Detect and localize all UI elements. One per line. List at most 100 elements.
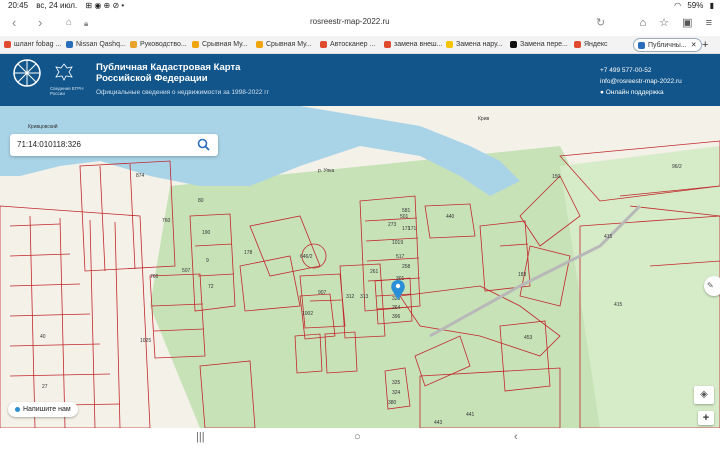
lot-label: 325 [392,380,401,386]
lot-label: 380 [388,400,397,406]
status-time: 20:45 [8,1,29,10]
zoom-in-button[interactable]: + [698,411,714,425]
site-title-line1: Публичная Кадастровая Карта [96,62,241,73]
search-icon[interactable] [197,138,210,151]
home-icon[interactable]: ⌂ [66,17,72,28]
browser-toolbar: ‹ › ⌂ 🔒︎ rosreestr-map-2022.ru ↻ ⌂ ☆ ▣ ≡ [0,12,720,34]
lot-label: 760 [150,274,159,280]
support-link[interactable]: ● Онлайн поддержка [600,87,682,98]
tab-4[interactable]: Срывная Му... [192,38,248,52]
tab-label: Срывная Му... [266,41,312,48]
tab-favicon [66,40,73,48]
lot-label: 183 [518,272,527,278]
globe-logo-icon[interactable] [12,58,42,88]
forward-icon[interactable]: › [38,15,42,30]
bookmark-icon[interactable]: ☆ [659,17,669,29]
layers-icon[interactable]: ◈ [694,386,714,404]
tab-7[interactable]: замена внеш... [384,38,442,52]
lot-label: 907 [318,290,327,296]
address-bar[interactable]: rosreestr-map-2022.ru [310,17,390,26]
tab-8[interactable]: Замена нару... [446,38,503,52]
menu-icon[interactable]: ≡ [706,17,712,29]
lot-label: 313 [360,294,369,300]
lot-label: 440 [446,214,455,220]
tab-3[interactable]: Руководство... [130,38,187,52]
lot-label: 1002 [302,311,313,317]
lot-label: 9 [206,258,209,264]
write-us-button[interactable]: Напишите нам [8,402,78,417]
tab-9[interactable]: Замена пере... [510,38,568,52]
home-page-icon[interactable]: ⌂ [639,17,646,29]
tab-2[interactable]: Nissan Qashq... [66,38,126,52]
battery-level: 59% [687,1,704,10]
back-icon[interactable]: ‹ [12,15,16,30]
lot-label: 1019 [392,240,403,246]
system-nav-bar: ||| ○ ‹ [0,428,720,450]
recent-apps-icon[interactable]: ||| [196,431,205,443]
lot-label: 415 [614,302,623,308]
tabs-icon[interactable]: ▣ [682,17,692,29]
river-label: р. Упка [318,168,335,174]
back-button-icon[interactable]: ‹ [514,431,518,443]
tab-label: Срывная Му... [202,41,248,48]
site-subtitle: Официальные сведения о недвижимости за 1… [96,89,270,96]
lot-label: 178 [244,250,253,256]
wifi-icon: ◠ [674,1,682,10]
lot-label: 150 [552,174,561,180]
tab-label: Публичны... [648,42,687,49]
tab-6[interactable]: Автосканер ... [320,38,375,52]
lot-label: 264 [392,305,401,311]
battery-icon: ▮ [709,1,714,10]
village-label-right: Крив [478,116,489,122]
status-bar: 20:45 вс, 24 июл. ⊞ ◉ ⊕ ⊘ • ◠ 59% ▮ [0,0,720,12]
lot-label: 441 [466,412,475,418]
email-link[interactable]: info@rosreestr-map-2022.ru [600,76,682,87]
lot-label: 261 [370,269,379,275]
lot-label: 396 [392,314,401,320]
tab-10[interactable]: Яндекс [574,38,608,52]
tab-favicon [574,40,581,48]
lot-label: 501 [400,214,409,220]
tab-favicon [4,40,11,48]
village-label-left: Кривцовский [28,123,58,130]
tab-label: Замена нару... [456,41,503,48]
tab-5[interactable]: Срывная Му... [256,38,312,52]
cadastral-search[interactable]: 71:14:010118:326 [10,134,218,156]
tab-label: Nissan Qashq... [76,41,126,48]
tab-label: Автосканер ... [330,41,376,48]
new-tab-button[interactable]: + [702,38,708,52]
tab-strip: шланг fobag ... Nissan Qashq... Руководс… [0,36,720,54]
site-header: Сведения ЕГРН России Публичная Кадастров… [0,54,720,106]
lot-label: 96/2 [672,164,682,170]
eagle-emblem-icon [55,63,73,81]
lot-label: 415 [604,234,613,240]
tab-favicon [638,41,645,49]
search-input[interactable]: 71:14:010118:326 [17,140,81,149]
close-icon[interactable]: ✕ [691,42,697,49]
phone-link[interactable]: +7 499 577-00-52 [600,65,682,76]
tab-favicon [320,40,327,48]
contacts: +7 499 577-00-52 info@rosreestr-map-2022… [600,65,682,98]
logo-caption: Сведения ЕГРН России [50,86,84,96]
lot-label: 312 [346,294,355,300]
reload-icon[interactable]: ↻ [596,16,605,29]
support-label: Онлайн поддержка [605,89,664,96]
lot-label: 190 [202,230,211,236]
draw-tool-button[interactable]: ✎ [704,276,720,296]
lot-label: 1025 [140,338,151,344]
lot-label: 273 [388,222,397,228]
tab-favicon [384,40,391,48]
tab-active[interactable]: Публичны... ✕ [633,38,702,52]
lot-label: 324 [392,390,401,396]
tab-favicon [130,40,137,48]
lot-label: 760 [162,218,171,224]
tab-1[interactable]: шланг fobag ... [4,38,61,52]
tab-label: Яндекс [584,41,608,48]
home-button-icon[interactable]: ○ [354,431,361,443]
lot-label: 40 [40,334,46,340]
lot-label: 80 [198,198,204,204]
lot-label: 72 [208,284,214,290]
tab-favicon [256,40,263,48]
lot-label: 646/2 [300,254,313,260]
tab-label: замена внеш... [394,41,443,48]
